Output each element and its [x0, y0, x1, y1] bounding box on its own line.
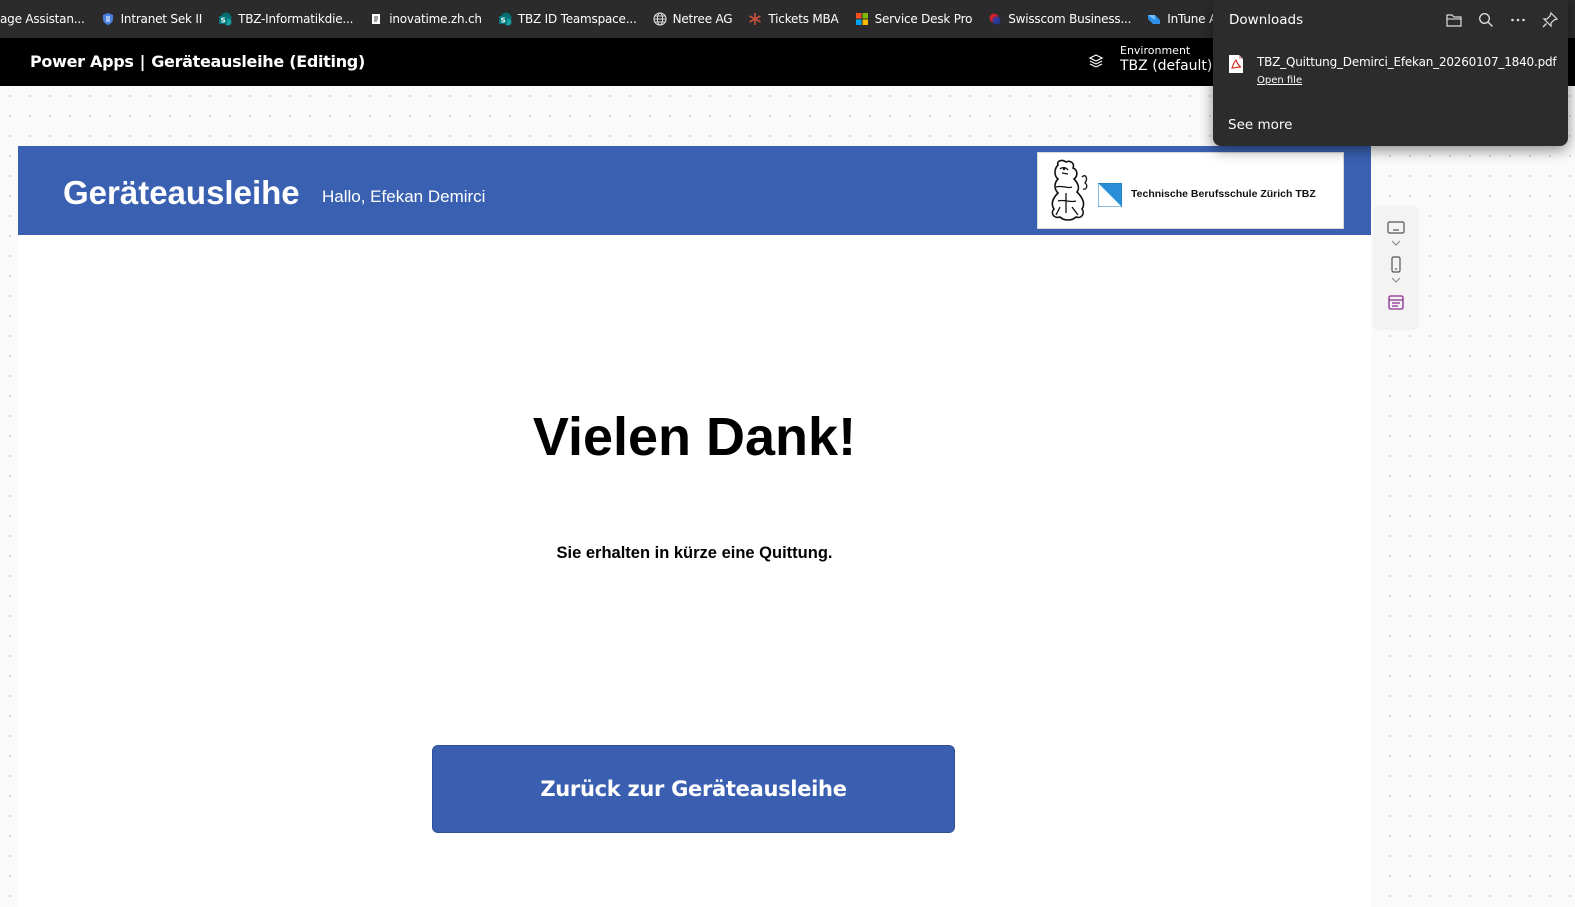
phone-layout-icon[interactable] [1386, 256, 1406, 274]
bookmark-inovatime[interactable]: inovatime.zh.ch [363, 0, 492, 38]
open-file-link[interactable]: Open file [1257, 75, 1302, 86]
bookmark-label: inovatime.zh.ch [389, 12, 482, 26]
search-icon[interactable] [1477, 11, 1495, 29]
bookmark-intranet[interactable]: Intranet Sek II [95, 0, 213, 38]
shield-icon [102, 13, 113, 25]
title-separator: | [139, 52, 146, 71]
user-greeting: Hallo, Efekan Demirci [322, 187, 486, 206]
app-name: Geräteausleihe (Editing) [151, 52, 365, 71]
environment-value[interactable]: TBZ (default) [1120, 58, 1212, 74]
bookmark-label: TBZ ID Teamspace... [517, 12, 637, 26]
app-screen: Geräteausleihe Hallo, Efekan Demirci Tec… [18, 146, 1371, 907]
bookmark-tickets-mba[interactable]: Tickets MBA [742, 0, 848, 38]
bookmark-label: age Assistan... [0, 12, 85, 26]
lion-icon [1051, 159, 1088, 221]
screen-size-toolbar [1373, 206, 1419, 330]
product-name: Power Apps [30, 52, 134, 71]
bookmark-page-assistant[interactable]: age Assistan... [0, 0, 95, 38]
more-options-icon[interactable] [1509, 11, 1527, 29]
pdf-file-icon [1229, 55, 1243, 73]
bookmark-label: InTune A [1167, 12, 1217, 26]
windows-icon [855, 13, 868, 25]
swisscom-icon [989, 13, 1001, 25]
bookmark-netree[interactable]: Netree AG [647, 0, 743, 38]
bookmark-label: Swisscom Business... [1008, 12, 1132, 26]
downloads-title: Downloads [1229, 12, 1304, 28]
sharepoint-icon: S [219, 12, 232, 26]
bookmark-label: Tickets MBA [768, 12, 839, 26]
svg-text:S: S [500, 17, 505, 25]
bookmark-label: Intranet Sek II [120, 12, 203, 26]
intune-icon [1148, 15, 1161, 24]
environment-icon[interactable] [1087, 53, 1105, 71]
thanks-heading: Vielen Dank! [532, 407, 857, 467]
see-more-link[interactable]: See more [1228, 117, 1292, 133]
pin-icon[interactable] [1541, 11, 1559, 29]
chevron-down-icon[interactable] [1386, 274, 1406, 286]
back-to-borrowing-button[interactable]: Zurück zur Geräteausleihe [432, 745, 955, 833]
form-layout-icon[interactable] [1386, 294, 1406, 312]
page-icon [372, 14, 381, 24]
folder-icon[interactable] [1445, 11, 1463, 29]
bookmark-tbz-id-teamspace[interactable]: S TBZ ID Teamspace... [492, 0, 647, 38]
svg-text:S: S [221, 17, 226, 25]
bookmark-tbz-informatik[interactable]: S TBZ-Informatikdie... [212, 0, 363, 38]
bookmark-label: Service Desk Pro [874, 12, 973, 26]
environment-label: Environment [1120, 44, 1191, 57]
chevron-down-icon[interactable] [1386, 237, 1406, 249]
tbz-logo: Technische Berufsschule Zürich TBZ [1037, 152, 1344, 229]
downloads-panel: Downloads TBZ_Quittung_Demirci_Efekan_20… [1213, 0, 1568, 146]
bookmark-service-desk-pro[interactable]: Service Desk Pro [849, 0, 983, 38]
app-title: Geräteausleihe [63, 174, 300, 211]
sharepoint-icon: S [498, 12, 512, 26]
app-header: Geräteausleihe Hallo, Efekan Demirci Tec… [18, 146, 1371, 235]
zurich-flag-icon [1098, 183, 1122, 207]
bookmark-label: Netree AG [672, 12, 733, 26]
globe-icon [653, 12, 667, 26]
bookmark-label: TBZ-Informatikdie... [238, 12, 354, 26]
bookmark-swisscom-business[interactable]: Swisscom Business... [982, 0, 1141, 38]
logo-text: Technische Berufsschule Zürich TBZ [1131, 188, 1316, 200]
thanks-subtitle: Sie erhalten in kürze eine Quittung. [556, 544, 833, 562]
download-file-name[interactable]: TBZ_Quittung_Demirci_Efekan_20260107_184… [1257, 55, 1557, 69]
asterisk-icon [749, 13, 762, 25]
studio-title: Power Apps | Geräteausleihe (Editing) [30, 52, 365, 71]
tablet-layout-icon[interactable] [1386, 219, 1406, 237]
